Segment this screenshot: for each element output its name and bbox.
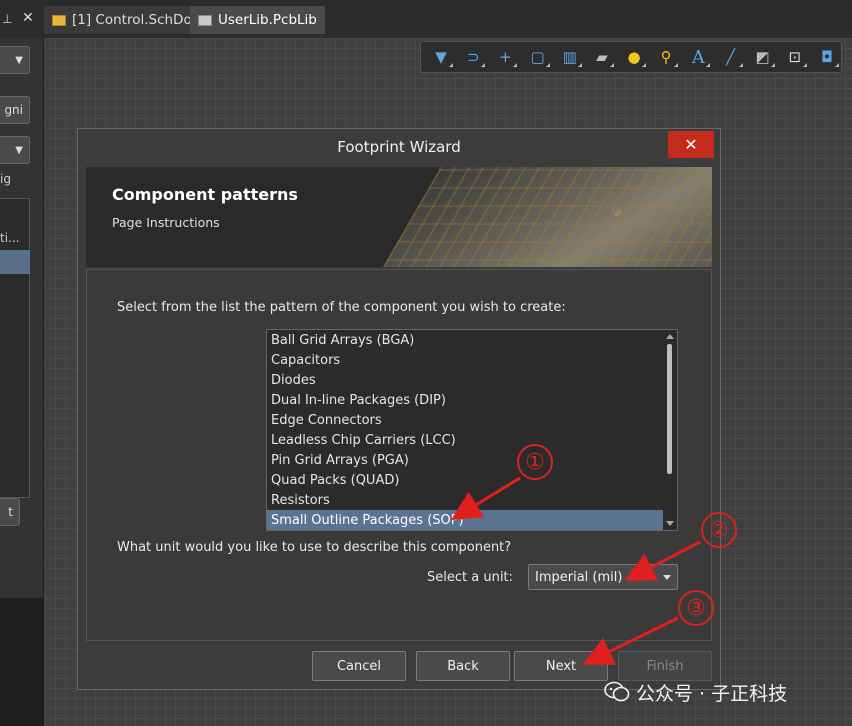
watermark-text: 公众号 · 子正科技: [636, 682, 788, 705]
wechat-logo-icon: [604, 681, 630, 702]
annotation-marker-3: ③: [678, 590, 714, 626]
annotation-marker-1: ①: [517, 444, 553, 480]
annotation-marker-2: ②: [701, 512, 737, 548]
wechat-watermark: 公众号 · 子正科技: [604, 678, 787, 706]
annotation-arrow-3: [582, 616, 679, 665]
annotation-arrow-2: [624, 540, 701, 581]
annotation-arrow-1: [450, 476, 521, 521]
annotation-arrows: [450, 476, 701, 665]
